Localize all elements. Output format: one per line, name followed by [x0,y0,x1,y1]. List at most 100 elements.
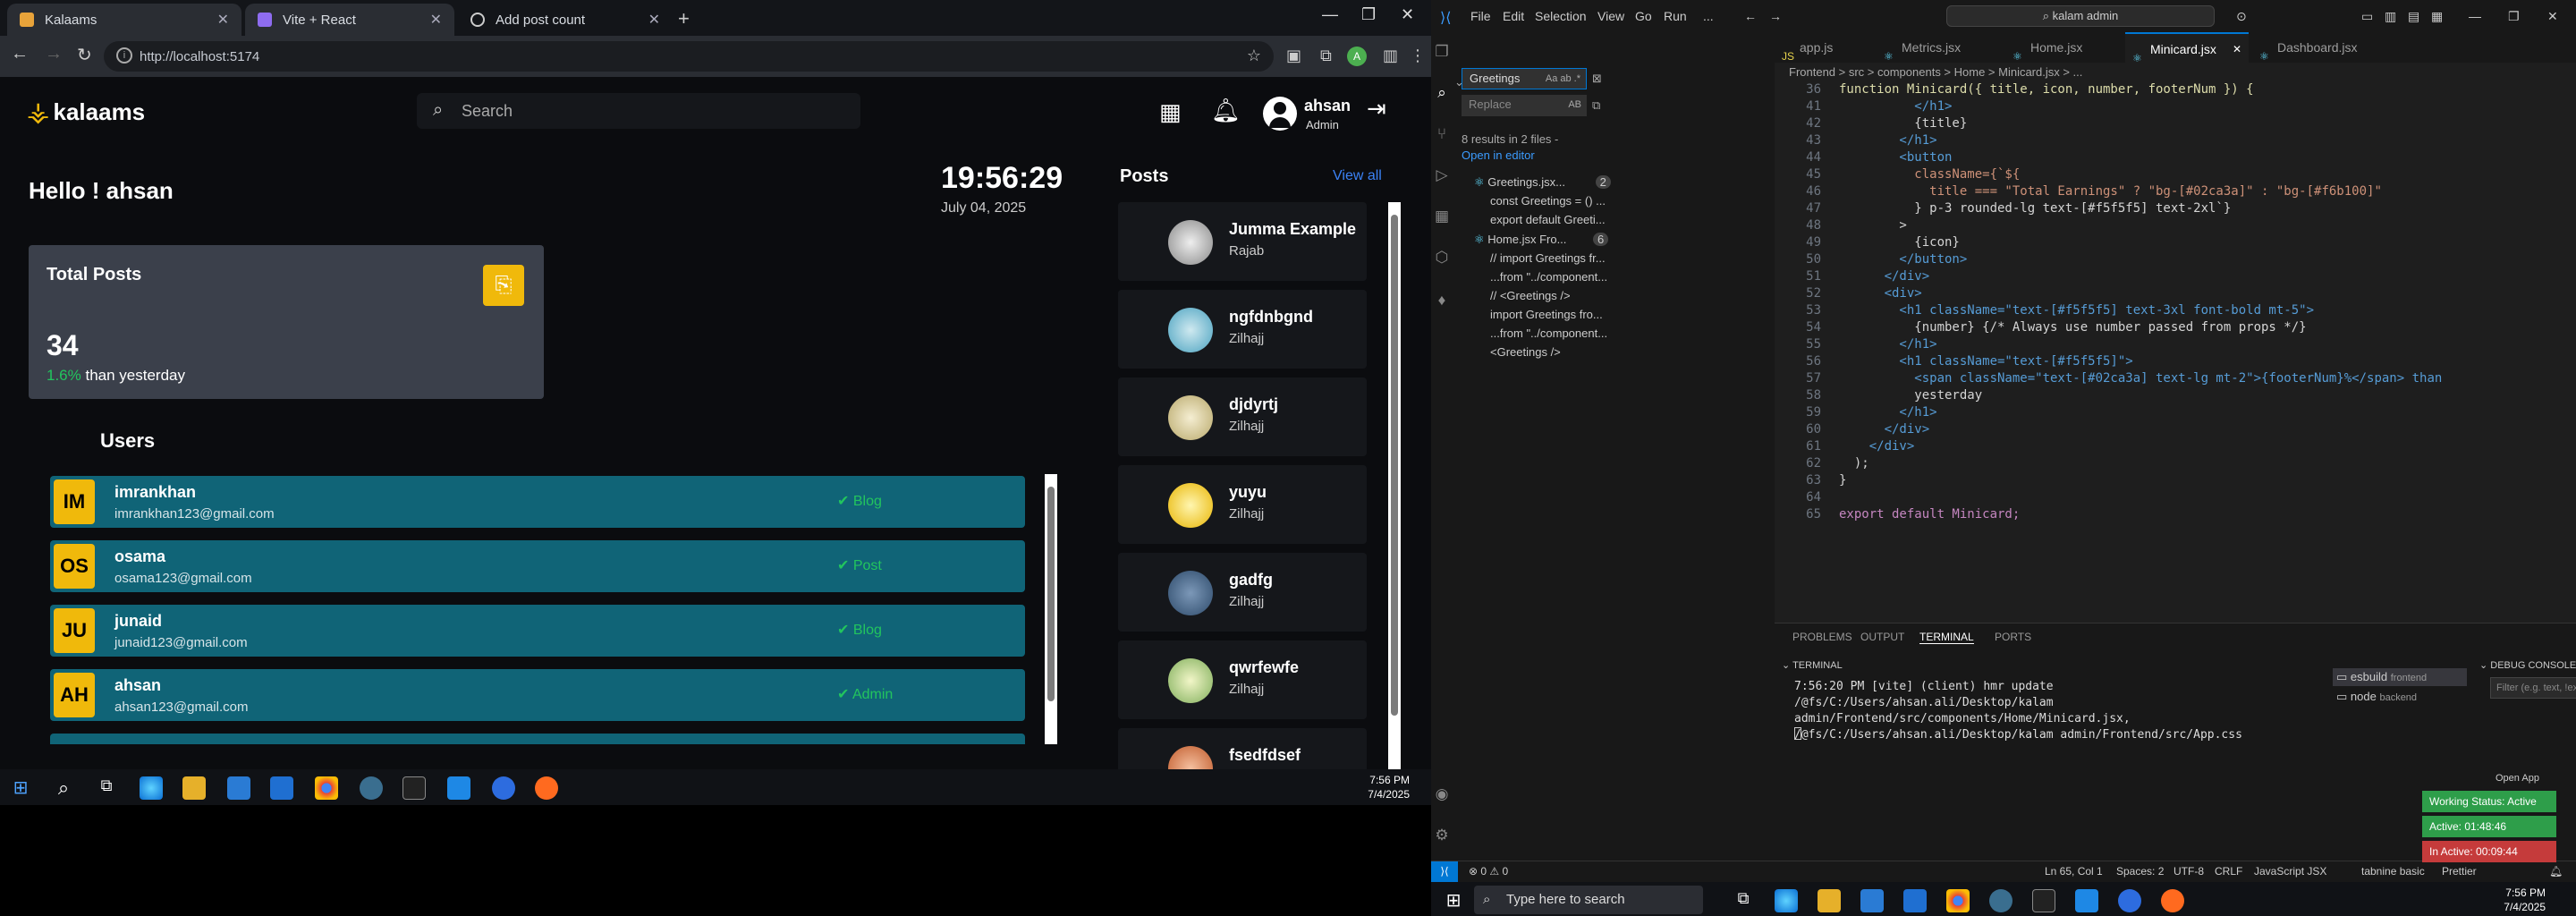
taskbar-clock[interactable]: 7:56 PM 7/4/2025 [2504,886,2546,914]
browser-tab-kalaams[interactable]: Kalaams ✕ [7,4,242,36]
post-item[interactable]: ngfdnbgnd Zilhajj [1118,290,1367,369]
layout-icon[interactable]: ▭ [2361,9,2373,24]
terminal-list-item[interactable]: ▭ node backend [2333,686,2467,708]
menu-run[interactable]: Run [1664,9,1687,23]
post-item[interactable]: djdyrtj Zilhajj [1118,377,1367,456]
search-icon[interactable]: ⌕ [1433,84,1451,102]
result-line[interactable]: export default Greeti... [1490,213,1606,226]
browser-tab-add-post[interactable]: Add post count ✕ [458,4,673,36]
close-icon[interactable]: ✕ [217,11,229,29]
problems-indicator[interactable]: ⊗ 0 ⚠ 0 [1469,865,1508,878]
breadcrumb[interactable]: Frontend > src > components > Home > Min… [1775,63,2576,82]
post-item[interactable]: yuyu Zilhajj [1118,465,1367,544]
reload-icon[interactable]: ↻ [77,44,92,66]
address-bar[interactable]: i http://localhost:5174 ☆ [104,41,1274,72]
view-all-link[interactable]: View all [1333,168,1382,184]
result-line[interactable]: ...from "../component... [1490,270,1607,284]
nav-back-icon[interactable]: ← [1744,9,1757,23]
scroll-thumb[interactable] [1047,487,1055,701]
forward-icon[interactable]: → [45,44,63,64]
logo[interactable]: ⚶ kalaams [27,97,145,128]
clear-icon[interactable]: ⊠ [1592,72,1602,86]
result-file-home[interactable]: ⚛ Home.jsx Fro... 6 [1474,233,1609,247]
mongodb-icon[interactable]: ♦ [1433,292,1451,310]
post-item[interactable]: gadfg Zilhajj [1118,553,1367,632]
user-row[interactable] [50,734,1025,744]
toggle-sidebar-icon[interactable]: ▥ [2385,9,2396,24]
tab-app-js[interactable]: JS app.js [1775,32,1873,63]
avatar[interactable] [1263,97,1297,131]
language-mode[interactable]: JavaScript JSX [2254,865,2326,878]
windows-start-icon[interactable]: ⊞ [1442,889,1465,912]
cursor-position[interactable]: Ln 65, Col 1 [2045,865,2103,878]
account-icon[interactable]: ◉ [1433,785,1451,803]
zoom-icon[interactable] [492,776,515,800]
chrome-icon[interactable] [1946,889,1970,912]
taskbar-clock[interactable]: 7:56 PM 7/4/2025 [1368,773,1410,802]
menu-dots-icon[interactable]: ⋮ [1410,47,1426,65]
post-item[interactable]: qwrfewfe Zilhajj [1118,640,1367,719]
close-window-icon[interactable]: ✕ [1401,5,1414,24]
zoom-icon[interactable] [2118,889,2141,912]
maximize-icon[interactable]: ❐ [2508,9,2520,24]
tab-metrics[interactable]: ⚛ Metrics.jsx [1877,32,2002,63]
copilot-icon[interactable]: ⊙ [2236,9,2247,24]
bell-icon[interactable]: 🔔︎ [1211,97,1241,124]
menu-edit[interactable]: Edit [1503,9,1524,23]
close-icon[interactable]: ✕ [648,11,660,29]
app-icon[interactable] [1989,889,2012,912]
line-ending[interactable]: CRLF [2215,865,2242,878]
open-app-link[interactable]: Open App [2496,773,2539,784]
new-tab-icon[interactable]: + [678,7,690,30]
customize-layout-icon[interactable]: ▦ [2431,9,2443,24]
app-icon[interactable] [360,776,383,800]
user-row[interactable]: JU junaid junaid123@gmail.com ✔ Blog [50,605,1025,657]
panel-tab-problems[interactable]: PROBLEMS [1792,631,1852,643]
menu-go[interactable]: Go [1635,9,1652,23]
tab-dashboard[interactable]: ⚛ Dashboard.jsx [2252,32,2386,63]
file-explorer-icon[interactable] [1818,889,1841,912]
post-item[interactable]: Jumma Example Rajab [1118,202,1367,281]
prettier-status[interactable]: Prettier [2442,865,2477,878]
match-case-icon[interactable]: Aa ab .* [1546,69,1580,89]
postman-icon[interactable] [2161,889,2184,912]
tab-minicard[interactable]: ⚛ Minicard.jsx ✕ [2125,32,2249,64]
user-row[interactable]: AH ahsan ahsan123@gmail.com ✔ Admin [50,669,1025,721]
encoding[interactable]: UTF-8 [2174,865,2204,878]
minimize-icon[interactable]: — [1322,5,1338,24]
panel-tab-terminal[interactable]: TERMINAL [1919,631,1974,644]
search-icon[interactable]: ⌕ [52,776,75,800]
profile-icon[interactable]: A [1347,47,1367,66]
notifications-icon[interactable]: 🔔︎ [2549,865,2563,878]
terminal-icon[interactable] [402,776,426,800]
search-input[interactable]: ⌕ Search [417,93,860,129]
grid-icon[interactable]: ▦ [1159,98,1182,126]
browser-tab-vite[interactable]: Vite + React ✕ [245,4,454,36]
scroll-thumb[interactable] [1391,215,1398,716]
result-line[interactable]: const Greetings = () ... [1490,194,1606,208]
run-debug-icon[interactable]: ▷ [1433,166,1451,184]
taskbar-search[interactable]: ⌕ Type here to search [1474,886,1703,914]
source-control-icon[interactable]: ⑂ [1433,125,1451,143]
terminal[interactable]: ⌄ TERMINAL 7:56:20 PM [vite] (client) hm… [1775,654,2311,870]
maximize-icon[interactable]: ❐ [1361,5,1376,24]
back-icon[interactable]: ← [11,44,29,64]
posts-scrollbar[interactable] [1388,202,1401,805]
terminal-icon[interactable] [2032,889,2055,912]
preserve-case-icon[interactable]: AB [1568,95,1581,114]
toggle-panel-icon[interactable]: ▤ [2408,9,2419,24]
task-view-icon[interactable]: ⧉ [1732,889,1755,912]
user-row[interactable]: OS osama osama123@gmail.com ✔ Post [50,540,1025,592]
minimize-icon[interactable]: — [2469,9,2481,23]
close-icon[interactable]: ✕ [2233,34,2241,64]
site-info-icon[interactable]: i [116,47,132,64]
postman-icon[interactable] [535,776,558,800]
close-icon[interactable]: ✕ [430,11,442,29]
settings-gear-icon[interactable]: ⚙ [1433,827,1451,844]
mail-icon[interactable] [270,776,293,800]
chrome-icon[interactable] [315,776,338,800]
extension-icon[interactable]: ▣ [1286,47,1301,65]
result-line[interactable]: import Greetings fro... [1490,308,1603,321]
users-scrollbar[interactable] [1045,474,1057,744]
result-line[interactable]: <Greetings /> [1490,345,1561,359]
